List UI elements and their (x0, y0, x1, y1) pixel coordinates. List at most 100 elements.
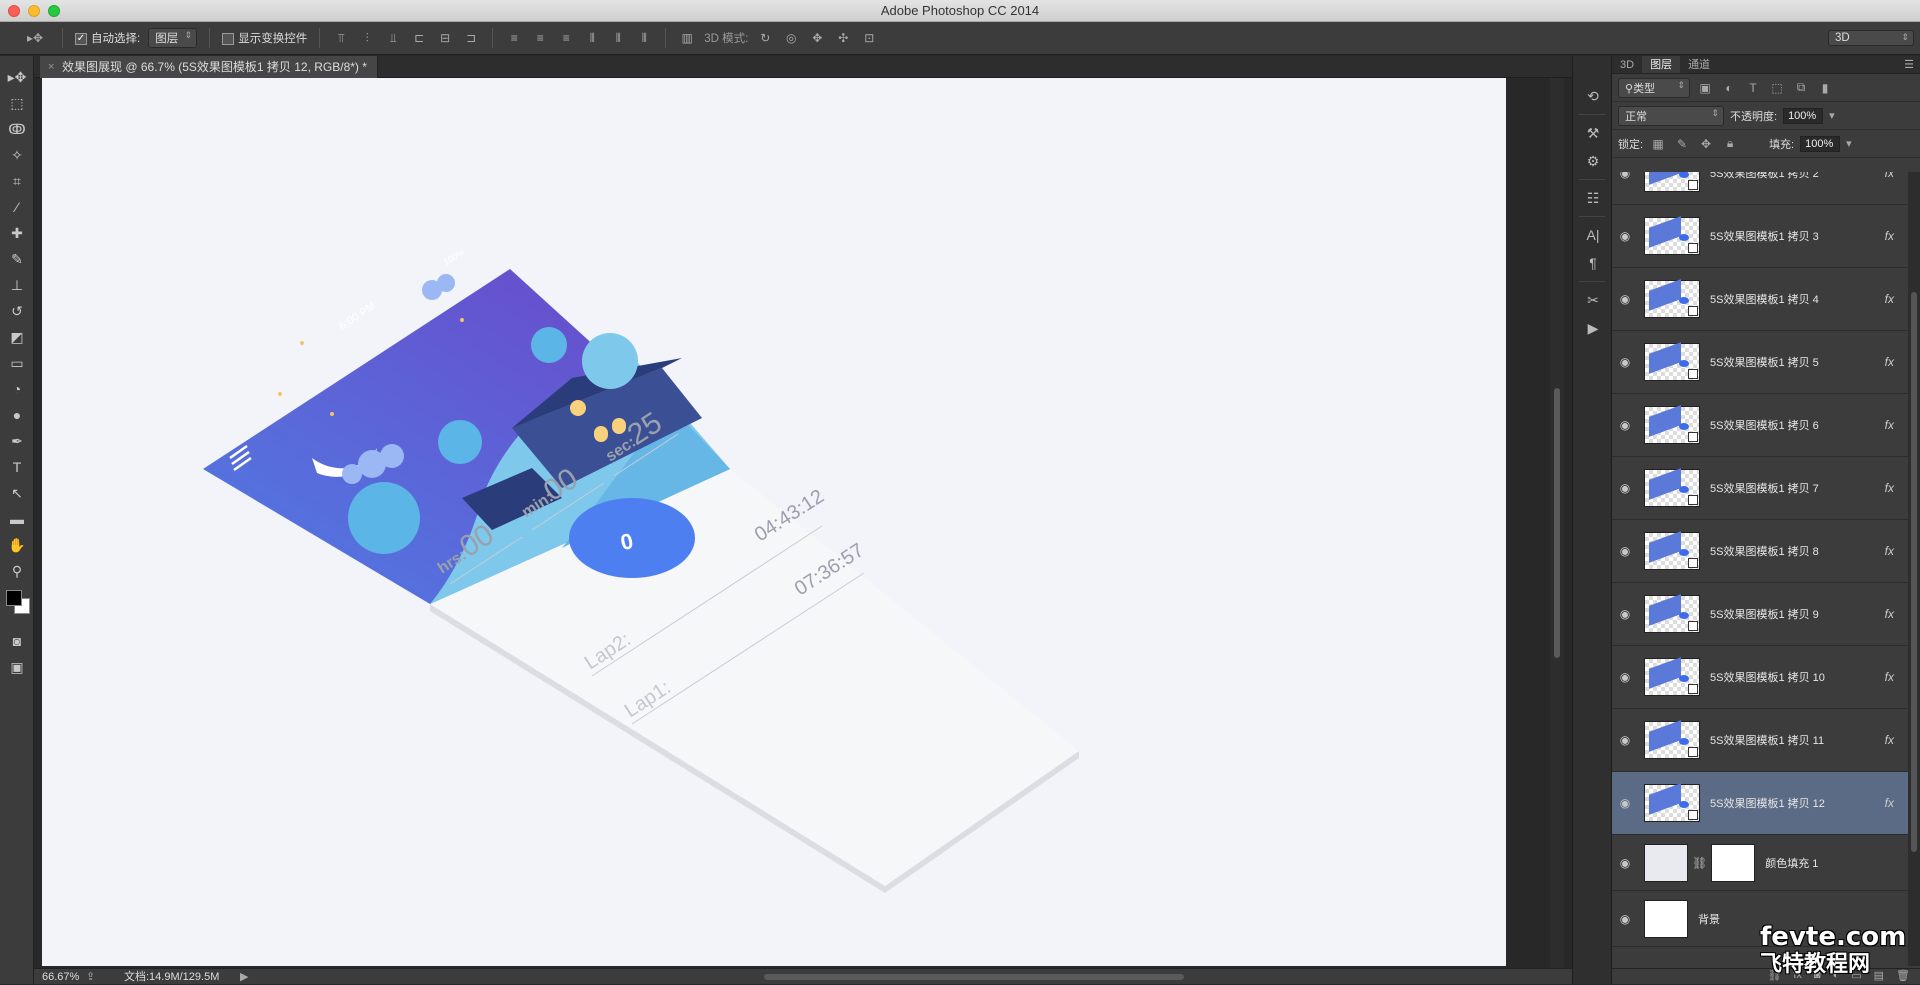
distribute-vcenter-icon[interactable]: ≡ (531, 29, 549, 47)
visibility-eye-icon[interactable]: ◉ (1612, 229, 1638, 243)
auto-align-icon[interactable]: ▥ (678, 29, 696, 47)
visibility-eye-icon[interactable]: ◉ (1612, 172, 1638, 180)
magic-wand-tool-icon[interactable]: ✧ (0, 142, 34, 168)
healing-brush-tool-icon[interactable]: ✚ (0, 220, 34, 246)
minimize-window-button[interactable] (28, 5, 40, 17)
workspace-dropdown[interactable]: 3D (1828, 30, 1914, 46)
camera-3d-icon[interactable]: ⊡ (860, 29, 878, 47)
visibility-eye-icon[interactable]: ◉ (1612, 733, 1638, 747)
tools-panel-icon[interactable]: ✂ (1573, 286, 1613, 314)
layer-effects-icon[interactable]: fx (1885, 229, 1894, 243)
layer-row[interactable]: ◉ 5S效果图模板1 拷贝 5 fx (1612, 331, 1908, 394)
canvas-area[interactable]: 6:00 PM 100% hrs: 00 min: 00 sec: 25 04:… (34, 78, 1572, 968)
pan-3d-icon[interactable]: ✥ (808, 29, 826, 47)
tab-layers[interactable]: 图层 (1642, 56, 1681, 73)
lock-all-icon[interactable]: 🔒︎ (1721, 135, 1739, 153)
layer-row[interactable]: ◉ 5S效果图模板1 拷贝 2 fx (1612, 172, 1908, 205)
layer-effects-icon[interactable]: fx (1885, 544, 1894, 558)
align-hcenter-icon[interactable]: ⊟ (436, 29, 454, 47)
vertical-scroll-thumb[interactable] (1554, 388, 1560, 658)
visibility-eye-icon[interactable]: ◉ (1612, 607, 1638, 621)
close-tab-icon[interactable]: × (48, 56, 54, 78)
zoom-tool-icon[interactable]: ⚲ (0, 558, 34, 584)
doc-size-info[interactable]: 文档:14.9M/129.5M (124, 969, 219, 985)
align-right-icon[interactable]: ⊐ (462, 29, 480, 47)
visibility-eye-icon[interactable]: ◉ (1612, 355, 1638, 369)
orbit-3d-icon[interactable]: ↻ (756, 29, 774, 47)
visibility-eye-icon[interactable]: ◉ (1612, 544, 1638, 558)
hand-tool-icon[interactable]: ✋ (0, 532, 34, 558)
foreground-color-swatch[interactable] (6, 590, 22, 606)
filter-shape-icon[interactable]: ⬚ (1768, 79, 1786, 97)
fill-input[interactable]: 100% (1800, 135, 1841, 152)
lock-position-icon[interactable]: ✥ (1697, 135, 1715, 153)
align-vcenter-icon[interactable]: ⫶ (358, 29, 376, 47)
pen-tool-icon[interactable]: ✒ (0, 428, 34, 454)
layer-effects-icon[interactable]: fx (1885, 172, 1894, 180)
fill-dropdown-icon[interactable]: ▾ (1846, 137, 1852, 150)
blend-mode-dropdown[interactable]: 正常 (1618, 105, 1724, 126)
slide-3d-icon[interactable]: ✣ (834, 29, 852, 47)
panel-menu-icon[interactable]: ☰ (1904, 56, 1920, 73)
layer-row[interactable]: ◉ 5S效果图模板1 拷贝 12 fx (1612, 772, 1908, 835)
layer-row[interactable]: ◉ 5S效果图模板1 拷贝 9 fx (1612, 583, 1908, 646)
layer-row[interactable]: ◉ 5S效果图模板1 拷贝 6 fx (1612, 394, 1908, 457)
properties-panel-icon[interactable]: ☷ (1573, 184, 1613, 212)
visibility-eye-icon[interactable]: ◉ (1612, 670, 1638, 684)
visibility-eye-icon[interactable]: ◉ (1612, 912, 1638, 926)
paragraph-panel-icon[interactable]: ¶ (1573, 249, 1613, 277)
layer-effects-icon[interactable]: fx (1885, 355, 1894, 369)
auto-select-target-dropdown[interactable]: 图层 (148, 28, 198, 48)
layers-scroll-thumb[interactable] (1911, 292, 1917, 852)
opacity-dropdown-icon[interactable]: ▾ (1829, 109, 1835, 122)
filter-pixel-icon[interactable]: ▣ (1696, 79, 1714, 97)
visibility-eye-icon[interactable]: ◉ (1612, 418, 1638, 432)
lasso-tool-icon[interactable]: ↂ (0, 116, 34, 142)
visibility-eye-icon[interactable]: ◉ (1612, 796, 1638, 810)
lock-transparent-icon[interactable]: ▦ (1649, 135, 1667, 153)
layer-row[interactable]: ◉ 5S效果图模板1 拷贝 4 fx (1612, 268, 1908, 331)
close-window-button[interactable] (8, 5, 20, 17)
zoom-level[interactable]: 66.67% (42, 969, 79, 985)
layer-effects-icon[interactable]: fx (1885, 481, 1894, 495)
layer-row[interactable]: ◉ 5S效果图模板1 拷贝 10 fx (1612, 646, 1908, 709)
blur-tool-icon[interactable]: ◔ (0, 376, 34, 402)
distribute-hcenter-icon[interactable]: ⦀ (609, 29, 627, 47)
filter-smart-object-icon[interactable]: ⧉ (1792, 79, 1810, 97)
status-menu-arrow-icon[interactable]: ▶ (240, 969, 248, 985)
type-tool-icon[interactable]: T (0, 454, 34, 480)
layer-effects-icon[interactable]: fx (1885, 292, 1894, 306)
character-panel-icon[interactable]: A| (1573, 221, 1613, 249)
document-tab[interactable]: × 效果图展现 @ 66.7% (5S效果图模板1 拷贝 12, RGB/8*)… (40, 56, 378, 78)
show-transform-checkbox[interactable]: 显示变换控件 (222, 30, 307, 46)
distribute-left-icon[interactable]: ⦀ (583, 29, 601, 47)
filter-toggle-icon[interactable]: ▮ (1816, 79, 1834, 97)
marquee-tool-icon[interactable]: ⬚ (0, 90, 34, 116)
lock-pixels-icon[interactable]: ✎ (1673, 135, 1691, 153)
path-select-tool-icon[interactable]: ↖ (0, 480, 34, 506)
distribute-right-icon[interactable]: ⦀ (635, 29, 653, 47)
layer-effects-icon[interactable]: fx (1885, 796, 1894, 810)
layers-list[interactable]: ◉ 5S效果图模板1 拷贝 2 fx ◉ 5S效果图模板1 拷贝 3 fx ◉ 5S效果图模板… (1612, 172, 1908, 966)
layer-row[interactable]: ◉ 5S效果图模板1 拷贝 3 fx (1612, 205, 1908, 268)
layers-scrollbar[interactable] (1908, 172, 1920, 966)
color-swatches[interactable] (0, 584, 33, 628)
tab-3d[interactable]: 3D (1612, 56, 1642, 73)
visibility-eye-icon[interactable]: ◉ (1612, 481, 1638, 495)
history-panel-icon[interactable]: ⟲ (1573, 82, 1613, 110)
link-icon[interactable]: ⛓ (1692, 856, 1707, 870)
opacity-input[interactable]: 100% (1783, 107, 1824, 124)
crop-tool-icon[interactable]: ⌗ (0, 168, 34, 194)
visibility-eye-icon[interactable]: ◉ (1612, 292, 1638, 306)
zoom-window-button[interactable] (48, 5, 60, 17)
distribute-top-icon[interactable]: ≡ (505, 29, 523, 47)
color-fill-layer[interactable]: ◉ ⛓ 颜色填充 1 (1612, 835, 1908, 891)
align-bottom-icon[interactable]: ⫫ (384, 29, 402, 47)
dodge-tool-icon[interactable]: ● (0, 402, 34, 428)
distribute-bottom-icon[interactable]: ≡ (557, 29, 575, 47)
share-icon[interactable]: ⇪ (86, 969, 95, 985)
history-brush-tool-icon[interactable]: ↺ (0, 298, 34, 324)
layer-filter-dropdown[interactable]: ⚲类型 (1618, 77, 1690, 98)
gradient-tool-icon[interactable]: ▭ (0, 350, 34, 376)
document-canvas[interactable]: 6:00 PM 100% hrs: 00 min: 00 sec: 25 04:… (42, 78, 1506, 966)
